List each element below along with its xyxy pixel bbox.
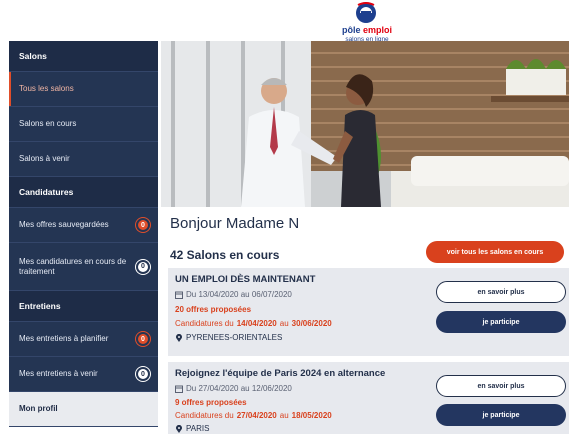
salon-offers: 20 offres proposées	[175, 305, 252, 314]
salon-location-text: PYRENEES-ORIENTALES	[186, 333, 283, 342]
hero-image	[161, 41, 569, 207]
cand-mid: au	[279, 411, 289, 420]
sidebar-item-interviews-to-plan[interactable]: Mes entretiens à planifier 0	[9, 322, 158, 357]
sidebar-item-my-profile[interactable]: Mon profil	[9, 392, 158, 427]
page: pôle emploi salons en ligne Salons Tous …	[0, 0, 569, 434]
salon-card: Rejoignez l'équipe de Paris 2024 en alte…	[168, 362, 569, 434]
section-label: Salons	[19, 51, 47, 61]
count-badge: 0	[136, 259, 150, 274]
cand-end: 30/06/2020	[291, 319, 332, 328]
sidebar-item-label: Mes entretiens à planifier	[19, 334, 109, 343]
handshake-illustration	[161, 41, 569, 207]
sidebar-item-upcoming-interviews[interactable]: Mes entretiens à venir 0	[9, 357, 158, 392]
salons-count: 42 Salons en cours	[170, 248, 280, 262]
pole-emploi-logo[interactable]: pôle emploi salons en ligne	[326, 0, 408, 44]
sidebar-item-all-salons[interactable]: Tous les salons	[9, 72, 158, 107]
sidebar: Salons Tous les salons Salons en cours S…	[9, 41, 158, 427]
sidebar-item-upcoming-salons[interactable]: Salons à venir	[9, 142, 158, 177]
sidebar-item-ongoing-salons[interactable]: Salons en cours	[9, 107, 158, 142]
salon-card: UN EMPLOI DÈS MAINTENANT Du 13/04/2020 a…	[168, 268, 569, 356]
salon-location: PYRENEES-ORIENTALES	[175, 333, 282, 342]
sidebar-section-salons: Salons	[9, 41, 158, 72]
participate-button[interactable]: je participe	[436, 311, 566, 333]
sidebar-item-applications-in-progress[interactable]: Mes candidatures en cours de traitement 0	[9, 243, 158, 291]
count-badge: 0	[136, 367, 150, 381]
calendar-icon	[175, 385, 183, 393]
brand-prefix: pôle	[341, 25, 361, 35]
sidebar-item-saved-offers[interactable]: Mes offres sauvegardées 0	[9, 208, 158, 243]
salon-title[interactable]: UN EMPLOI DÈS MAINTENANT	[175, 274, 315, 285]
cand-start: 27/04/2020	[236, 411, 277, 420]
salon-location: PARIS	[175, 424, 209, 433]
salon-dates: Du 13/04/2020 au 06/07/2020	[175, 290, 292, 299]
salon-dates-text: Du 13/04/2020 au 06/07/2020	[186, 290, 292, 299]
calendar-icon	[175, 291, 183, 299]
salon-location-text: PARIS	[186, 424, 210, 433]
logo-brand: pôle emploi	[334, 26, 400, 35]
sidebar-section-entretiens: Entretiens	[9, 291, 158, 322]
learn-more-button[interactable]: en savoir plus	[436, 375, 566, 397]
cand-prefix: Candidatures du	[175, 319, 234, 328]
section-label: Candidatures	[19, 187, 74, 197]
cand-start: 14/04/2020	[236, 319, 277, 328]
salon-candidature-dates: Candidatures du 14/04/2020 au 30/06/2020	[175, 319, 332, 328]
sidebar-item-label: Mes offres sauvegardées	[19, 220, 109, 229]
cand-end: 18/05/2020	[291, 411, 332, 420]
count-badge: 0	[136, 218, 150, 232]
salon-dates-text: Du 27/04/2020 au 12/06/2020	[186, 384, 292, 393]
learn-more-button[interactable]: en savoir plus	[436, 281, 566, 303]
sidebar-section-candidatures: Candidatures	[9, 177, 158, 208]
sidebar-item-label: Tous les salons	[19, 84, 74, 93]
view-all-salons-button[interactable]: voir tous les salons en cours	[426, 241, 564, 263]
salon-title[interactable]: Rejoignez l'équipe de Paris 2024 en alte…	[175, 368, 385, 379]
logo-mark-icon	[356, 2, 376, 23]
participate-button[interactable]: je participe	[436, 404, 566, 426]
sidebar-item-label: Mes candidatures en cours de traitement	[19, 256, 127, 276]
salon-candidature-dates: Candidatures du 27/04/2020 au 18/05/2020	[175, 411, 332, 420]
section-label: Entretiens	[19, 301, 61, 311]
location-pin-icon	[176, 333, 182, 342]
salon-offers: 9 offres proposées	[175, 398, 247, 407]
greeting: Bonjour Madame N	[170, 215, 300, 232]
sidebar-item-label: Salons en cours	[19, 119, 77, 128]
cand-prefix: Candidatures du	[175, 411, 234, 420]
salon-dates: Du 27/04/2020 au 12/06/2020	[175, 384, 292, 393]
cand-mid: au	[279, 319, 289, 328]
location-pin-icon	[176, 424, 182, 433]
sidebar-item-label: Salons à venir	[19, 154, 70, 163]
count-badge: 0	[136, 332, 150, 346]
brand-suffix: emploi	[363, 25, 393, 35]
sidebar-item-label: Mon profil	[19, 404, 58, 413]
sidebar-item-label: Mes entretiens à venir	[19, 369, 98, 378]
